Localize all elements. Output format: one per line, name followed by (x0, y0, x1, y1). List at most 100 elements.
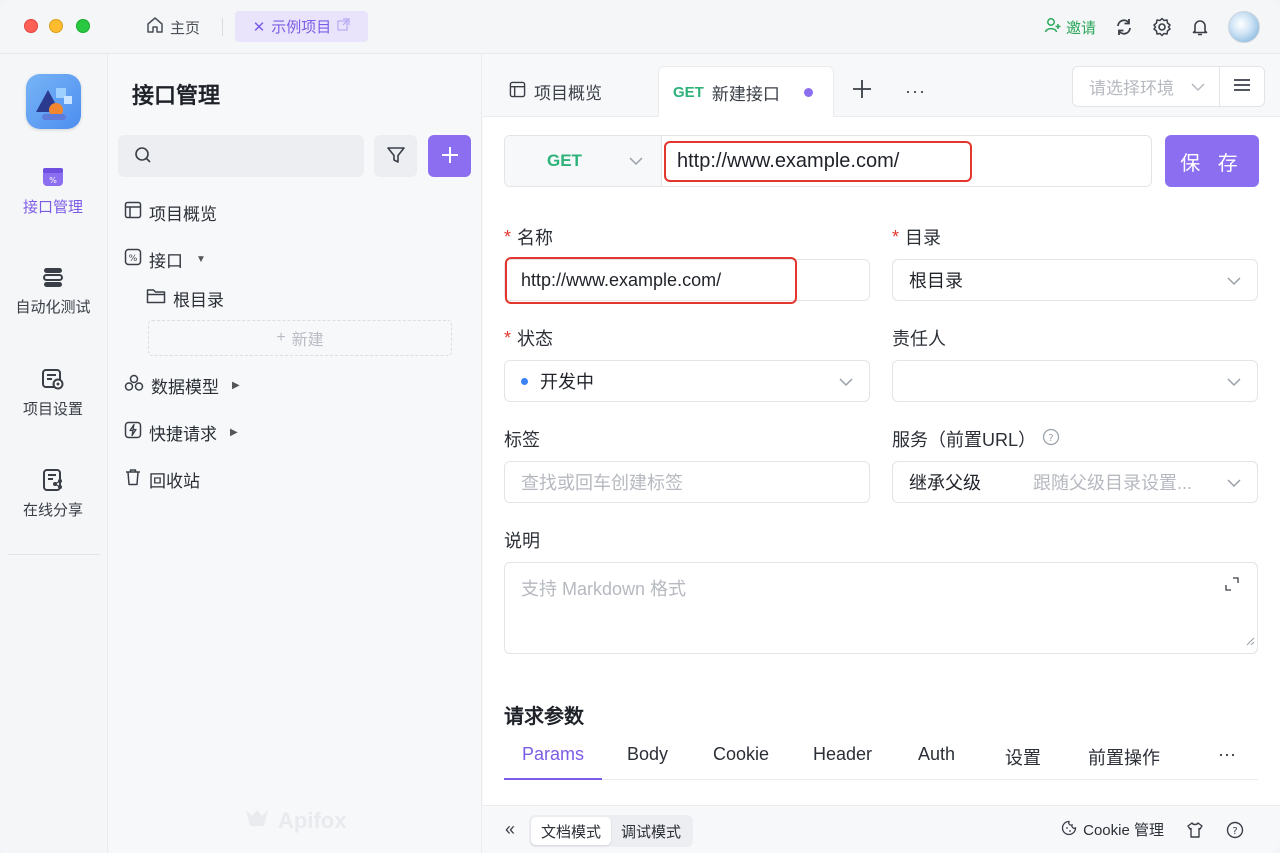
caret-right-icon[interactable]: ▶ (232, 380, 240, 391)
new-item-button[interactable]: + 新建 (148, 320, 452, 356)
required-mark: * (504, 226, 512, 247)
tab-new-api[interactable]: GET 新建接口 (658, 66, 834, 117)
tree-item-data-model[interactable]: 数据模型 ▶ (124, 372, 240, 398)
chevron-down-icon (1191, 77, 1205, 97)
save-button[interactable]: 保 存 (1165, 135, 1259, 187)
sidebar-title: 接口管理 (132, 83, 221, 108)
chevron-down-icon (629, 153, 643, 169)
caret-down-icon[interactable]: ▼ (196, 254, 206, 265)
tab-separator (222, 18, 223, 36)
tab-body[interactable]: Body (627, 744, 668, 780)
doc-mode-button[interactable]: 文档模式 (531, 817, 612, 845)
environment-select[interactable]: 请选择环境 (1072, 66, 1220, 107)
share-icon (40, 467, 66, 493)
tree-item-root-dir-label: 根目录 (173, 290, 224, 310)
service-select[interactable]: 继承父级 跟随父级目录设置... (892, 461, 1258, 503)
nav-api-manage[interactable]: % 接口管理 (0, 164, 106, 217)
params-tabs: Params Body Cookie Header Auth 设置 前置操作 ·… (504, 738, 1258, 780)
method-select[interactable]: GET (505, 136, 662, 186)
tags-label-text: 标签 (504, 430, 540, 450)
nav-online-share[interactable]: 在线分享 (0, 467, 106, 520)
cookie-icon (1061, 820, 1077, 840)
nav-automation-test[interactable]: 自动化测试 (0, 264, 106, 317)
chevron-down-icon (1227, 270, 1241, 291)
bell-icon[interactable] (1190, 17, 1210, 37)
help-icon[interactable]: ? (1042, 428, 1060, 451)
home-tab-label: 主页 (170, 19, 201, 37)
tab-cookie[interactable]: Cookie (713, 744, 769, 780)
chevron-down-icon (839, 371, 853, 392)
add-tab-button[interactable] (851, 66, 873, 117)
collapse-sidebar-icon[interactable]: « (505, 819, 515, 840)
status-label: * 状态 (504, 325, 553, 351)
svg-text:%: % (129, 254, 138, 264)
app-window: 主页 ✕ 示例项目 邀请 % 接口管理 自动化测试 项目设置 在线分享 接口管理… (0, 0, 1280, 853)
plus-icon (440, 145, 460, 168)
request-params-title: 请求参数 (504, 706, 584, 728)
more-tabs-button[interactable]: ··· (905, 66, 926, 117)
filter-button[interactable] (374, 135, 417, 177)
debug-mode-button[interactable]: 调试模式 (611, 817, 691, 845)
maximize-window-button[interactable] (76, 19, 90, 33)
new-item-label: 新建 (291, 332, 324, 349)
directory-select[interactable]: 根目录 (892, 259, 1258, 301)
invite-button[interactable]: 邀请 (1044, 16, 1096, 38)
home-tab[interactable]: 主页 (138, 12, 208, 42)
tree-item-recycle[interactable]: 回收站 (124, 466, 200, 492)
expand-icon[interactable] (1225, 575, 1239, 596)
service-label: 服务（前置URL） ? (892, 426, 1060, 452)
tshirt-icon[interactable] (1186, 821, 1204, 839)
nav-online-share-label: 在线分享 (22, 502, 83, 519)
api-icon: % (124, 248, 142, 271)
gear-icon[interactable] (1152, 17, 1172, 37)
tab-auth[interactable]: Auth (918, 744, 955, 780)
sidebar: 接口管理 项目概览 % 接口 ▼ 根目录 + 新建 数据模型 ▶ 快捷请求 ▶ … (108, 54, 482, 853)
unsaved-dot-icon (803, 87, 813, 97)
search-input[interactable] (118, 135, 364, 177)
sync-icon[interactable] (1114, 17, 1134, 37)
tree-item-api[interactable]: % 接口 ▼ (124, 246, 206, 272)
apifox-watermark: Apifox (244, 806, 346, 836)
tab-project-overview[interactable]: 项目概览 (509, 66, 602, 117)
tree-item-quick-request-label: 快捷请求 (149, 424, 217, 444)
svg-text:?: ? (1048, 433, 1053, 444)
left-nav: % 接口管理 自动化测试 项目设置 在线分享 (0, 54, 108, 853)
tree-item-overview[interactable]: 项目概览 (124, 199, 217, 225)
titlebar-actions: 邀请 (1044, 10, 1260, 44)
tree-item-root-dir[interactable]: 根目录 (146, 285, 224, 311)
cookie-manage-label: Cookie 管理 (1083, 822, 1164, 839)
automation-icon (40, 264, 66, 290)
more-params-tabs-button[interactable]: ··· (1218, 744, 1236, 780)
project-settings-icon (40, 366, 66, 392)
description-textarea[interactable]: 支持 Markdown 格式 (504, 562, 1258, 654)
close-window-button[interactable] (24, 19, 38, 33)
tab-project-overview-label: 项目概览 (534, 84, 602, 103)
tags-input[interactable]: 查找或回车创建标签 (504, 461, 870, 503)
resize-handle-icon[interactable] (1245, 630, 1255, 651)
tab-params[interactable]: Params (504, 744, 603, 780)
cookie-manage-button[interactable]: Cookie 管理 (1061, 819, 1164, 840)
add-button[interactable] (428, 135, 471, 177)
help-icon[interactable]: ? (1226, 821, 1244, 839)
environment-select-placeholder: 请选择环境 (1089, 79, 1174, 98)
directory-label: * 目录 (892, 224, 941, 250)
status-dot-icon (521, 377, 528, 385)
status-select[interactable]: 开发中 (504, 360, 870, 402)
caret-right-icon[interactable]: ▶ (230, 427, 238, 438)
avatar[interactable] (1228, 11, 1260, 43)
minimize-window-button[interactable] (49, 19, 63, 33)
project-tab[interactable]: ✕ 示例项目 (235, 11, 368, 42)
tree-item-quick-request[interactable]: 快捷请求 ▶ (124, 419, 238, 445)
bottom-bar: « 文档模式 调试模式 Cookie 管理 ? (483, 805, 1280, 853)
description-placeholder: 支持 Markdown 格式 (521, 579, 687, 599)
nav-project-settings[interactable]: 项目设置 (0, 366, 106, 419)
name-highlight-box (505, 257, 797, 304)
tab-settings[interactable]: 设置 (1005, 744, 1041, 780)
tab-header[interactable]: Header (813, 744, 872, 780)
owner-select[interactable] (892, 360, 1258, 402)
plus-icon (851, 78, 873, 105)
menu-button[interactable] (1219, 66, 1265, 107)
tab-pre-operations[interactable]: 前置操作 (1088, 744, 1160, 780)
external-link-icon[interactable] (337, 18, 350, 35)
close-tab-icon[interactable]: ✕ (253, 18, 266, 36)
